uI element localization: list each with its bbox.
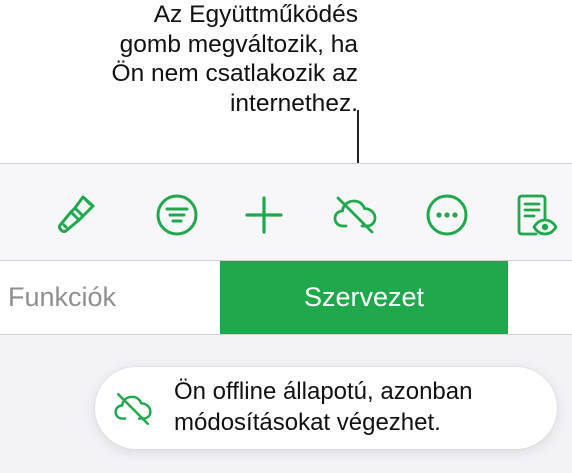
document-eye-icon [517,194,558,236]
tab-overflow [508,261,572,334]
organize-button[interactable] [154,192,200,238]
offline-notification: Ön offline állapotú, azonban módosítások… [95,367,557,449]
cloud-offline-icon [333,196,377,234]
callout-line: Ön nem csatlakozik az [111,60,358,87]
callout-line: Az Együttműködés [153,1,358,28]
paintbrush-icon [58,195,95,233]
collaboration-button[interactable] [332,192,378,238]
add-button[interactable] [241,192,287,238]
segmented-tabs: Funkciók Szervezet [0,261,572,335]
tab-szervezet[interactable]: Szervezet [220,261,508,334]
cloud-offline-icon [113,389,153,429]
callout-line: gomb megváltozik, ha [119,30,358,58]
toolbar [0,163,572,261]
offline-message-line: módosításokat végezhet. [174,409,441,436]
callout-annotation: Az Együttműködés gomb megváltozik, ha Ön… [38,0,358,118]
offline-message: Ön offline állapotú, azonban módosítások… [174,376,472,438]
plus-icon [245,196,283,234]
callout-line: internethez. [229,89,358,117]
offline-message-line: Ön offline állapotú, azonban [174,378,473,405]
reading-view-button[interactable] [512,192,558,238]
tab-label: Szervezet [303,282,425,312]
tab-funkciok[interactable]: Funkciók [0,261,220,334]
format-button[interactable] [53,192,99,238]
filter-lines-icon [156,194,198,236]
more-button[interactable] [424,192,470,238]
ellipsis-circle-icon [426,194,468,236]
tab-label: Funkciók [8,282,117,312]
